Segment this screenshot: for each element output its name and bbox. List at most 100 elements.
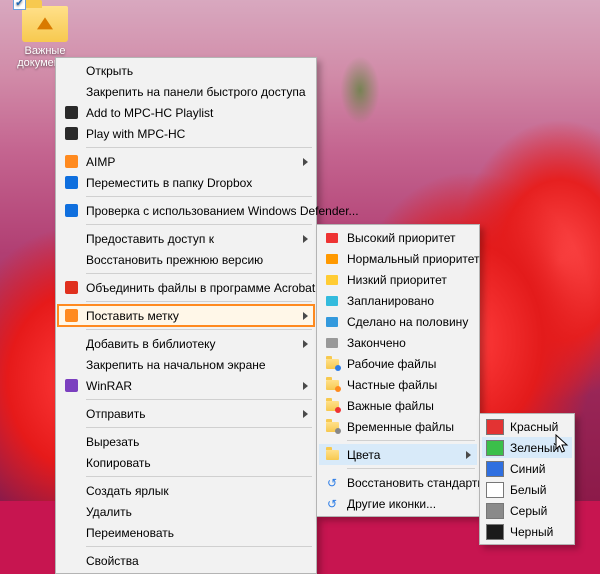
menu-item-label: Белый <box>510 483 550 497</box>
separator <box>347 468 475 469</box>
menu-item-label: Красный <box>510 420 558 434</box>
context-menu-item[interactable]: WinRAR <box>58 375 314 396</box>
tag-menu-item[interactable]: Важные файлы <box>319 395 477 416</box>
color-menu-item[interactable]: Серый <box>482 500 572 521</box>
fold-plain-icon <box>323 447 341 463</box>
menu-item-label: Переместить в папку Dropbox <box>86 176 292 190</box>
menu-item-label: Сделано на половину <box>347 315 468 329</box>
separator <box>347 440 475 441</box>
context-menu-item[interactable]: Проверка с использованием Windows Defend… <box>58 200 314 221</box>
context-menu-colors: Красный ЗеленыйСиний Белый СерыйЧерный <box>479 413 575 545</box>
context-menu-item[interactable]: Add to MPC-HC Playlist <box>58 102 314 123</box>
color-menu-item[interactable]: Белый <box>482 479 572 500</box>
menu-item-label: Проверка с использованием Windows Defend… <box>86 204 359 218</box>
menu-item-label: Закрепить на панели быстрого доступа <box>86 85 306 99</box>
blank-icon <box>62 357 80 373</box>
restore-icon: ↺ <box>323 496 341 512</box>
separator <box>86 273 312 274</box>
menu-item-label: Add to MPC-HC Playlist <box>86 106 292 120</box>
menu-item-label: Свойства <box>86 554 292 568</box>
menu-item-label: Предоставить доступ к <box>86 232 292 246</box>
separator <box>86 301 312 302</box>
context-menu-item[interactable]: Отправить <box>58 403 314 424</box>
context-menu-item[interactable]: AIMP <box>58 151 314 172</box>
separator <box>86 476 312 477</box>
tag-menu-item[interactable]: Сделано на половину <box>319 311 477 332</box>
dropbox-icon <box>62 175 80 191</box>
flag-cyan-icon <box>323 293 341 309</box>
menu-item-label: Важные файлы <box>347 399 455 413</box>
menu-item-label: Play with MPC-HC <box>86 127 292 141</box>
context-menu-item[interactable]: Play with MPC-HC <box>58 123 314 144</box>
context-menu-item[interactable]: Закрепить на панели быстрого доступа <box>58 81 314 102</box>
tag-menu-item[interactable]: Цвета <box>319 444 477 465</box>
flag-orange-icon <box>323 251 341 267</box>
tag-menu-item[interactable]: Частные файлы <box>319 374 477 395</box>
color-menu-item[interactable]: Черный <box>482 521 572 542</box>
restore-icon: ↺ <box>323 475 341 491</box>
context-menu-item[interactable]: Предоставить доступ к <box>58 228 314 249</box>
menu-item-label: Поставить метку <box>86 309 292 323</box>
blank-icon <box>62 525 80 541</box>
tag-menu-item[interactable]: Закончено <box>319 332 477 353</box>
menu-item-label: Объединить файлы в программе Acrobat... <box>86 281 325 295</box>
menu-item-label: Закрепить на начальном экране <box>86 358 292 372</box>
menu-item-label: Частные файлы <box>347 378 455 392</box>
tag-menu-item[interactable]: Временные файлы <box>319 416 477 437</box>
tag-menu-item[interactable]: ↺Восстановить стандартную <box>319 472 477 493</box>
tag-icon <box>62 308 80 324</box>
fold-grey-icon <box>323 419 341 435</box>
color-swatch-icon <box>486 461 504 477</box>
blank-icon <box>62 406 80 422</box>
menu-item-label: Добавить в библиотеку <box>86 337 292 351</box>
tag-menu-item[interactable]: Низкий приоритет <box>319 269 477 290</box>
context-menu-item[interactable]: Добавить в библиотеку <box>58 333 314 354</box>
menu-item-label: Удалить <box>86 505 292 519</box>
blank-icon <box>62 504 80 520</box>
tag-menu-item[interactable]: Рабочие файлы <box>319 353 477 374</box>
aimp-icon <box>62 154 80 170</box>
context-menu-item[interactable]: Переименовать <box>58 522 314 543</box>
blank-icon <box>62 455 80 471</box>
up-arrow-icon <box>37 17 53 29</box>
mpc-icon <box>62 126 80 142</box>
color-menu-item[interactable]: Зеленый <box>482 437 572 458</box>
check-icon: ✔ <box>13 0 26 10</box>
context-menu-item[interactable]: Вырезать <box>58 431 314 452</box>
menu-item-label: Копировать <box>86 456 292 470</box>
menu-item-label: Вырезать <box>86 435 292 449</box>
context-menu-item[interactable]: Открыть <box>58 60 314 81</box>
menu-item-label: AIMP <box>86 155 292 169</box>
separator <box>86 147 312 148</box>
context-menu-item[interactable]: Объединить файлы в программе Acrobat... <box>58 277 314 298</box>
menu-item-label: Запланировано <box>347 294 455 308</box>
blank-icon <box>62 434 80 450</box>
menu-item-label: Рабочие файлы <box>347 357 455 371</box>
context-menu-item[interactable]: Закрепить на начальном экране <box>58 354 314 375</box>
separator <box>86 196 312 197</box>
tag-menu-item[interactable]: Нормальный приоритет <box>319 248 477 269</box>
color-swatch-icon <box>486 482 504 498</box>
menu-item-label: Восстановить прежнюю версию <box>86 253 292 267</box>
menu-item-label: Восстановить стандартную <box>347 476 499 490</box>
menu-item-label: Создать ярлык <box>86 484 292 498</box>
menu-item-label: Цвета <box>347 448 455 462</box>
color-swatch-icon <box>486 419 504 435</box>
color-menu-item[interactable]: Синий <box>482 458 572 479</box>
context-menu-item[interactable]: Переместить в папку Dropbox <box>58 172 314 193</box>
context-menu-item[interactable]: Копировать <box>58 452 314 473</box>
color-swatch-icon <box>486 524 504 540</box>
menu-item-label: Закончено <box>347 336 455 350</box>
context-menu-item[interactable]: Удалить <box>58 501 314 522</box>
tag-menu-item[interactable]: Высокий приоритет <box>319 227 477 248</box>
menu-item-label: Другие иконки... <box>347 497 455 511</box>
context-menu-item[interactable]: Восстановить прежнюю версию <box>58 249 314 270</box>
blank-icon <box>62 483 80 499</box>
context-menu-item[interactable]: Поставить метку <box>58 305 314 326</box>
context-menu-item[interactable]: Свойства <box>58 550 314 571</box>
tag-menu-item[interactable]: ↺ Другие иконки... <box>319 493 477 514</box>
color-menu-item[interactable]: Красный <box>482 416 572 437</box>
tag-menu-item[interactable]: Запланировано <box>319 290 477 311</box>
separator <box>86 427 312 428</box>
context-menu-item[interactable]: Создать ярлык <box>58 480 314 501</box>
